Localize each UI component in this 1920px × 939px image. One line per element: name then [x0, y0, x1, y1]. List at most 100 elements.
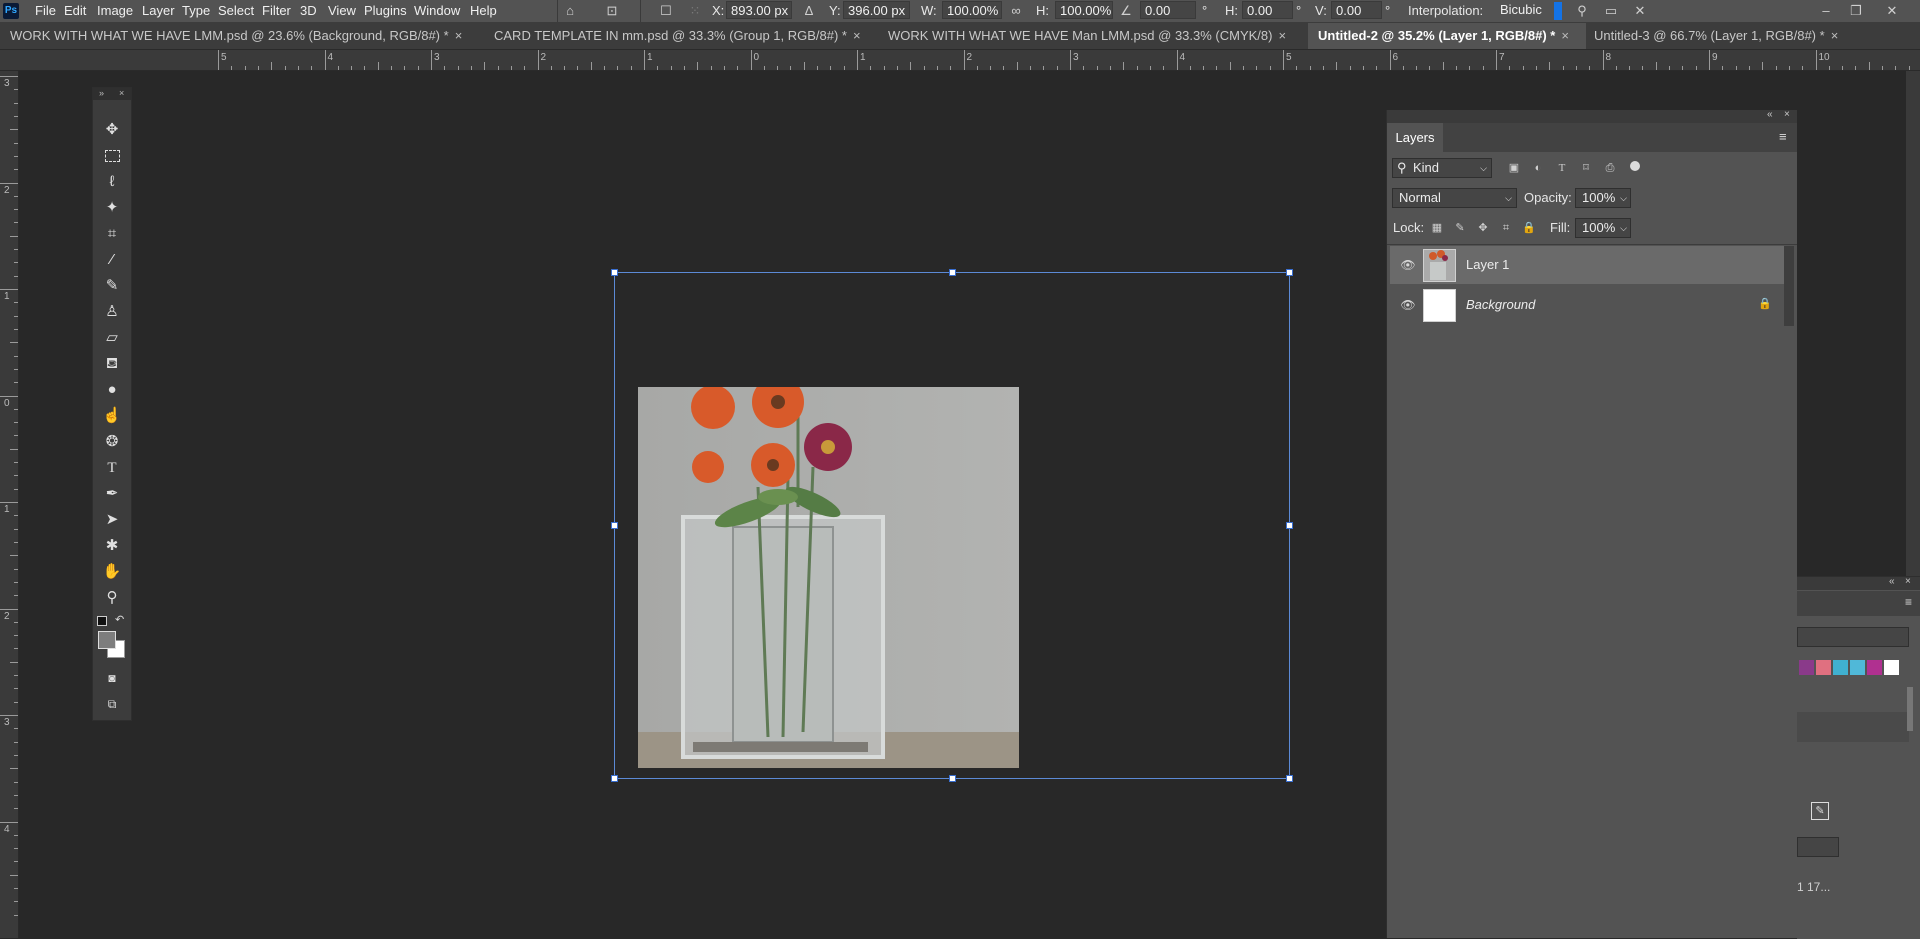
type-tool-icon[interactable]: T	[101, 458, 123, 478]
menu-window[interactable]: Window	[414, 3, 460, 18]
layer-name[interactable]: Layer 1	[1466, 257, 1509, 272]
close-panel-icon[interactable]: ×	[1784, 109, 1790, 120]
menu-plugins[interactable]: Plugins	[364, 3, 407, 18]
blend-mode-select[interactable]: Normal ⌵	[1392, 188, 1517, 208]
x-field[interactable]: 893.00 px	[726, 1, 792, 19]
transform-handle-bottom[interactable]	[949, 775, 956, 782]
more-icon[interactable]: ✕	[1632, 3, 1648, 19]
menu-help[interactable]: Help	[470, 3, 497, 18]
quick-mask-icon[interactable]: ◙	[101, 668, 123, 688]
dock-titlebar[interactable]: « ×	[1797, 576, 1920, 590]
menu-filter[interactable]: Filter	[262, 3, 291, 18]
transform-bounding-box[interactable]	[611, 269, 1293, 782]
pen-tool-icon[interactable]: ✒	[101, 484, 123, 504]
lasso-tool-icon[interactable]: ℓ	[101, 172, 123, 192]
vskew-field[interactable]: 0.00	[1331, 1, 1382, 19]
screen-mode-icon[interactable]: ⧉	[101, 694, 123, 714]
smudge-tool-icon[interactable]: ☝	[101, 406, 123, 426]
blur-tool-icon[interactable]: ●	[101, 380, 123, 400]
close-panel-icon[interactable]: ×	[1905, 576, 1911, 587]
lock-transparent-icon[interactable]: ▦	[1429, 220, 1445, 236]
paint-bucket-tool-icon[interactable]: ⛾	[101, 354, 123, 374]
interpolation-select[interactable]: Bicubic	[1496, 1, 1554, 19]
collapse-panel-icon[interactable]: «	[1889, 576, 1895, 587]
filter-smart-object-icon[interactable]: ⎙	[1602, 160, 1618, 176]
hskew-field[interactable]: 0.00	[1242, 1, 1293, 19]
path-selection-tool-icon[interactable]: ➤	[101, 510, 123, 530]
collapse-icon[interactable]: »	[99, 88, 104, 98]
menu-edit[interactable]: Edit	[64, 3, 86, 18]
magic-wand-tool-icon[interactable]: ✦	[101, 198, 123, 218]
tab-close-icon[interactable]: ×	[1831, 28, 1839, 43]
transform-handle-bottom-right[interactable]	[1286, 775, 1293, 782]
height-field[interactable]: 100.00%	[1055, 1, 1113, 19]
menu-type[interactable]: Type	[182, 3, 210, 18]
sponge-tool-icon[interactable]: ❂	[101, 432, 123, 452]
restore-icon[interactable]: ❐	[1848, 3, 1864, 19]
reference-point-checkbox[interactable]: ☐	[658, 3, 674, 19]
home-icon[interactable]: ⌂	[562, 3, 578, 19]
transform-handle-left[interactable]	[611, 522, 618, 529]
warp-toggle[interactable]	[1554, 2, 1562, 20]
layer-row-layer-1[interactable]: 👁 Layer 1	[1390, 246, 1784, 284]
filter-type-icon[interactable]: T	[1554, 160, 1570, 176]
transform-handle-top-left[interactable]	[611, 269, 618, 276]
menu-image[interactable]: Image	[97, 3, 133, 18]
dock-scrollbar[interactable]	[1907, 687, 1913, 731]
tab-close-icon[interactable]: ×	[853, 28, 861, 43]
transform-icon[interactable]: ⊡	[604, 3, 620, 19]
tab-card-template[interactable]: CARD TEMPLATE IN mm.psd @ 33.3% (Group 1…	[484, 23, 872, 49]
lock-position-icon[interactable]: ✥	[1475, 220, 1491, 236]
collapse-panel-icon[interactable]: «	[1767, 109, 1773, 120]
ruler-vertical[interactable]: 3 2 1 0 1 2 3 4	[0, 71, 19, 938]
edit-icon[interactable]: ✎	[1811, 802, 1829, 820]
menu-view[interactable]: View	[328, 3, 356, 18]
marquee-tool-icon[interactable]	[101, 146, 123, 166]
menu-layer[interactable]: Layer	[142, 3, 175, 18]
transform-handle-top[interactable]	[949, 269, 956, 276]
crop-tool-icon[interactable]: ⌗	[101, 224, 123, 244]
zoom-tool-icon[interactable]: ⚲	[101, 588, 123, 608]
link-icon[interactable]: ∞	[1008, 3, 1024, 19]
layers-panel-titlebar[interactable]: « ×	[1387, 109, 1797, 123]
filter-shape-icon[interactable]: ⌑	[1578, 160, 1594, 176]
filter-adjustment-icon[interactable]: ◐	[1530, 160, 1546, 176]
transform-handle-bottom-left[interactable]	[611, 775, 618, 782]
color-swatch[interactable]	[1799, 660, 1814, 675]
tab-close-icon[interactable]: ×	[1561, 28, 1569, 43]
reference-point-icon[interactable]: ⁙	[687, 3, 703, 19]
layers-scrollbar[interactable]	[1784, 246, 1794, 326]
color-swatch[interactable]	[1833, 660, 1848, 675]
layer-name[interactable]: Background	[1466, 297, 1535, 312]
tab-layers[interactable]: Layers	[1387, 123, 1443, 152]
swap-colors-icon[interactable]: ↶	[115, 613, 124, 626]
custom-shape-tool-icon[interactable]: ✱	[101, 536, 123, 556]
panel-menu-icon[interactable]: ≡	[1905, 595, 1912, 609]
default-colors-icon[interactable]	[97, 616, 107, 626]
brush-tool-icon[interactable]: ✎	[101, 276, 123, 296]
lock-artboard-icon[interactable]: ⌗	[1498, 220, 1514, 236]
tools-panel-header[interactable]: » ×	[93, 88, 131, 100]
transform-handle-right[interactable]	[1286, 522, 1293, 529]
menu-select[interactable]: Select	[218, 3, 254, 18]
tab-close-icon[interactable]: ×	[455, 28, 463, 43]
color-swatch[interactable]	[1884, 660, 1899, 675]
swatches-search-input[interactable]	[1797, 627, 1909, 647]
layer-row-background[interactable]: 👁 Background 🔒	[1390, 286, 1784, 324]
ruler-horizontal[interactable]: 5 4 3 2 1 0 1 2 3 4 5 6 7 8 9 10	[0, 50, 1920, 71]
close-panel-icon[interactable]: ×	[119, 88, 124, 98]
eyedropper-tool-icon[interactable]: ⁄	[101, 250, 123, 270]
clone-stamp-tool-icon[interactable]: ♙	[101, 302, 123, 322]
move-tool-icon[interactable]: ✥	[101, 120, 123, 140]
eraser-tool-icon[interactable]: ▱	[101, 328, 123, 348]
filter-toggle-icon[interactable]	[1630, 161, 1640, 171]
visibility-eye-icon[interactable]: 👁	[1400, 258, 1416, 272]
tab-work-with-man[interactable]: WORK WITH WHAT WE HAVE Man LMM.psd @ 33.…	[878, 23, 1314, 49]
delta-icon[interactable]: ∆	[801, 3, 817, 19]
minimize-icon[interactable]: –	[1818, 3, 1834, 19]
hand-tool-icon[interactable]: ✋	[101, 562, 123, 582]
tab-untitled-2[interactable]: Untitled-2 @ 35.2% (Layer 1, RGB/8#) * ×	[1308, 23, 1586, 49]
color-swatch[interactable]	[1867, 660, 1882, 675]
tab-close-icon[interactable]: ×	[1278, 28, 1286, 43]
opacity-field[interactable]: 100% ⌵	[1575, 188, 1631, 208]
